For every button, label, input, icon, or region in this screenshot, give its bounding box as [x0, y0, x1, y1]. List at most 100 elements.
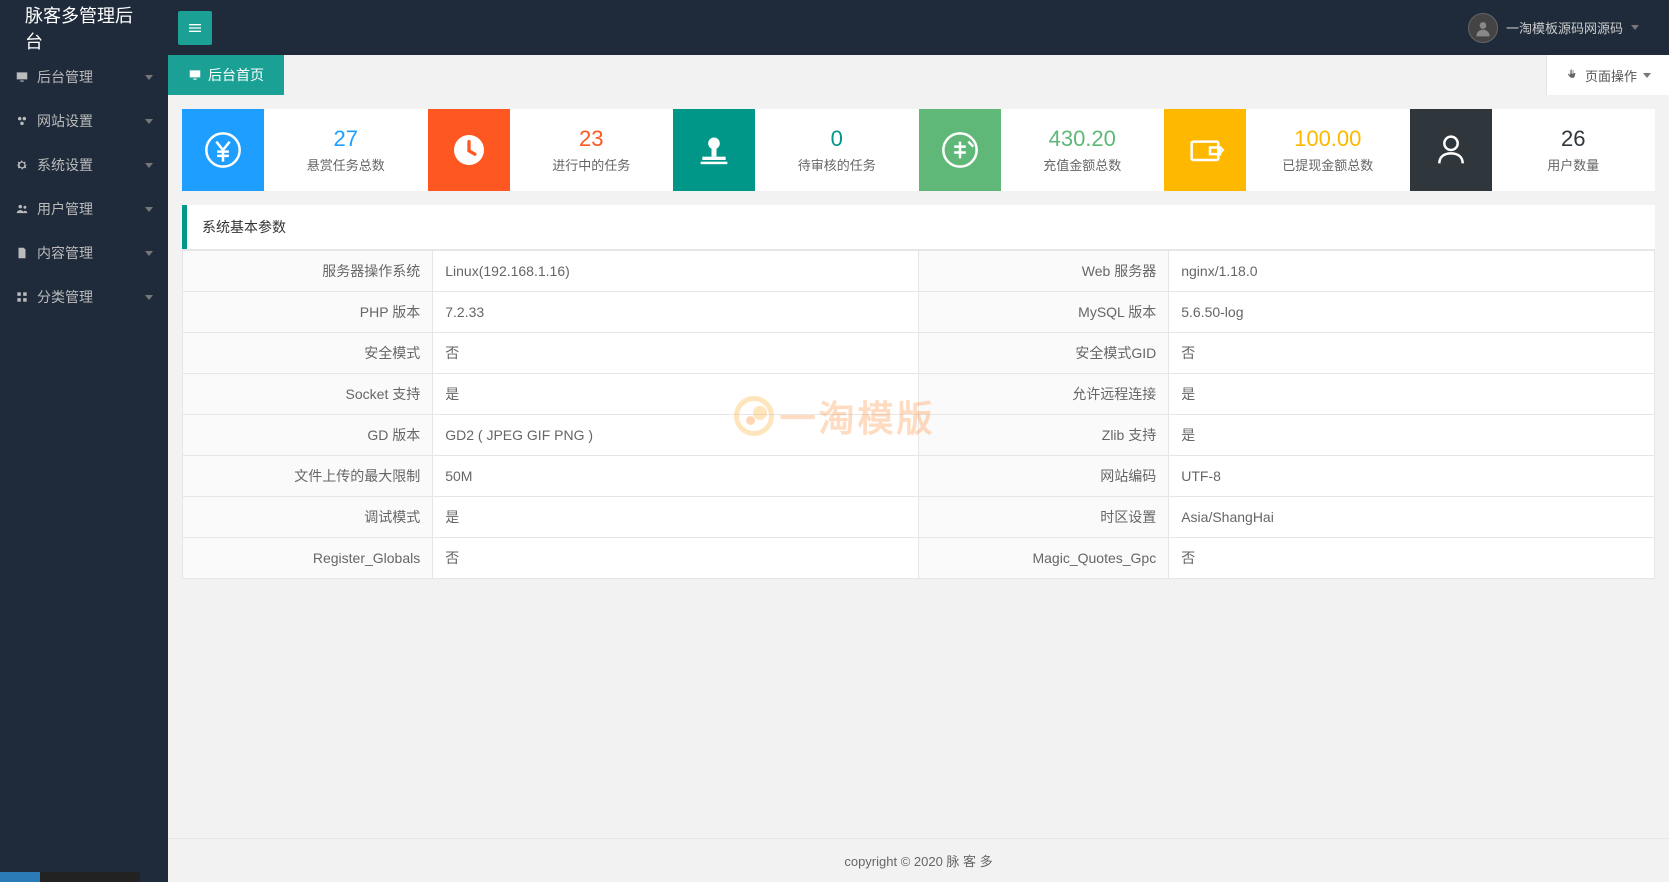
param-value: 否: [1169, 333, 1655, 374]
sidebar-item-0[interactable]: 后台管理: [0, 55, 168, 99]
sidebar-item-3[interactable]: 用户管理: [0, 187, 168, 231]
param-value: 是: [1169, 415, 1655, 456]
param-value: Linux(192.168.1.16): [433, 251, 919, 292]
param-label: 时区设置: [918, 497, 1168, 538]
param-value: 50M: [433, 456, 919, 497]
tab-label: 后台首页: [208, 65, 264, 85]
stat-label: 已提现金额总数: [1282, 155, 1373, 174]
param-label: 文件上传的最大限制: [183, 456, 433, 497]
chevron-down-icon: [145, 251, 153, 256]
param-value: 否: [433, 538, 919, 579]
table-row: 安全模式 否 安全模式GID 否: [183, 333, 1655, 374]
sidebar: 后台管理网站设置系统设置用户管理内容管理分类管理: [0, 55, 168, 882]
param-label: Magic_Quotes_Gpc: [918, 538, 1168, 579]
param-label: PHP 版本: [183, 292, 433, 333]
table-row: 调试模式 是 时区设置 Asia/ShangHai: [183, 497, 1655, 538]
stat-label: 悬赏任务总数: [307, 155, 385, 174]
sidebar-item-label: 用户管理: [37, 199, 93, 219]
param-value: nginx/1.18.0: [1169, 251, 1655, 292]
sidebar-item-label: 网站设置: [37, 111, 93, 131]
param-label: 安全模式GID: [918, 333, 1168, 374]
stat-card-4[interactable]: 100.00 已提现金额总数: [1164, 109, 1410, 191]
param-value: 是: [1169, 374, 1655, 415]
chevron-down-icon: [145, 295, 153, 300]
param-label: Web 服务器: [918, 251, 1168, 292]
param-label: MySQL 版本: [918, 292, 1168, 333]
sidebar-item-label: 分类管理: [37, 287, 93, 307]
sidebar-item-4[interactable]: 内容管理: [0, 231, 168, 275]
param-value: 否: [433, 333, 919, 374]
param-label: 安全模式: [183, 333, 433, 374]
stat-label: 进行中的任务: [552, 155, 630, 174]
table-row: Register_Globals 否 Magic_Quotes_Gpc 否: [183, 538, 1655, 579]
sidebar-item-label: 内容管理: [37, 243, 93, 263]
yen2-icon: [919, 109, 1001, 191]
sidebar-item-1[interactable]: 网站设置: [0, 99, 168, 143]
param-label: GD 版本: [183, 415, 433, 456]
param-value: 7.2.33: [433, 292, 919, 333]
stat-card-1[interactable]: 23 进行中的任务: [428, 109, 674, 191]
system-params-table: 服务器操作系统 Linux(192.168.1.16) Web 服务器 ngin…: [182, 250, 1655, 579]
stat-card-2[interactable]: 0 待审核的任务: [673, 109, 919, 191]
param-value: 否: [1169, 538, 1655, 579]
stat-card-3[interactable]: 430.20 充值金额总数: [919, 109, 1165, 191]
stat-value: 27: [334, 126, 358, 152]
page-title: 脉客多管理后台: [0, 2, 168, 54]
hand-icon: [1565, 68, 1579, 82]
chevron-down-icon: [1643, 73, 1651, 78]
clock-icon: [428, 109, 510, 191]
table-row: 文件上传的最大限制 50M 网站编码 UTF-8: [183, 456, 1655, 497]
doc-icon: [15, 246, 29, 260]
param-label: Socket 支持: [183, 374, 433, 415]
param-label: 网站编码: [918, 456, 1168, 497]
table-row: 服务器操作系统 Linux(192.168.1.16) Web 服务器 ngin…: [183, 251, 1655, 292]
param-label: 服务器操作系统: [183, 251, 433, 292]
sidebar-item-label: 后台管理: [37, 67, 93, 87]
stat-value: 430.20: [1049, 126, 1116, 152]
table-row: GD 版本 GD2 ( JPEG GIF PNG ) Zlib 支持 是: [183, 415, 1655, 456]
gear-cluster-icon: [15, 114, 29, 128]
stat-value: 26: [1561, 126, 1585, 152]
stat-card-5[interactable]: 26 用户数量: [1410, 109, 1656, 191]
page-ops-label: 页面操作: [1585, 66, 1637, 85]
monitor-icon: [15, 70, 29, 84]
chevron-down-icon: [145, 119, 153, 124]
bars-icon: [187, 20, 203, 36]
page-operations-menu[interactable]: 页面操作: [1546, 55, 1669, 95]
param-label: 调试模式: [183, 497, 433, 538]
avatar-icon: [1468, 13, 1498, 43]
gear-icon: [15, 158, 29, 172]
sidebar-item-5[interactable]: 分类管理: [0, 275, 168, 319]
taskbar-artifact: [0, 872, 140, 882]
user-menu[interactable]: 一淘模板源码网源码: [1448, 13, 1659, 43]
wallet-icon: [1164, 109, 1246, 191]
param-label: Register_Globals: [183, 538, 433, 579]
stat-value: 100.00: [1294, 126, 1361, 152]
users-icon: [15, 202, 29, 216]
table-row: PHP 版本 7.2.33 MySQL 版本 5.6.50-log: [183, 292, 1655, 333]
param-label: 允许远程连接: [918, 374, 1168, 415]
stat-label: 充值金额总数: [1043, 155, 1121, 174]
menu-toggle-button[interactable]: [178, 11, 212, 45]
param-value: 5.6.50-log: [1169, 292, 1655, 333]
param-value: GD2 ( JPEG GIF PNG ): [433, 415, 919, 456]
param-value: 是: [433, 374, 919, 415]
stat-label: 用户数量: [1547, 155, 1599, 174]
param-value: 是: [433, 497, 919, 538]
stamp-icon: [673, 109, 755, 191]
param-value: UTF-8: [1169, 456, 1655, 497]
chevron-down-icon: [145, 163, 153, 168]
user-name: 一淘模板源码网源码: [1506, 18, 1623, 37]
chevron-down-icon: [145, 75, 153, 80]
stat-card-0[interactable]: 27 悬赏任务总数: [182, 109, 428, 191]
monitor-icon: [188, 68, 202, 82]
sidebar-item-2[interactable]: 系统设置: [0, 143, 168, 187]
param-value: Asia/ShangHai: [1169, 497, 1655, 538]
param-label: Zlib 支持: [918, 415, 1168, 456]
sidebar-item-label: 系统设置: [37, 155, 93, 175]
stat-value: 0: [831, 126, 843, 152]
footer: copyright © 2020 脉 客 多: [168, 838, 1669, 882]
chevron-down-icon: [145, 207, 153, 212]
table-row: Socket 支持 是 允许远程连接 是: [183, 374, 1655, 415]
tab-home[interactable]: 后台首页: [168, 55, 284, 95]
